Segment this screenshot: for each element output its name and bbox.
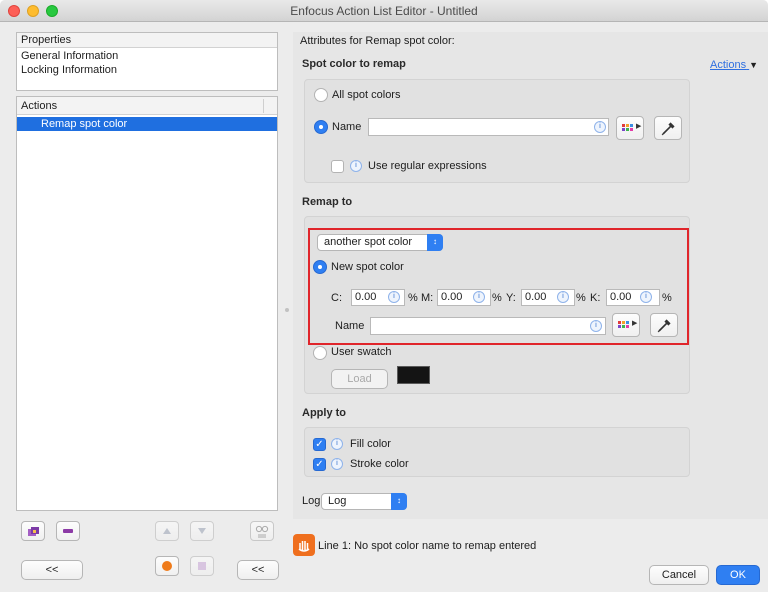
- updown-chevron-icon: ↕: [391, 493, 407, 510]
- arrow-up-icon: [163, 528, 171, 534]
- info-icon[interactable]: i: [594, 121, 606, 133]
- user-swatch-preview[interactable]: [397, 366, 430, 384]
- actions-menu-link[interactable]: Actions ▼: [710, 59, 758, 71]
- attributes-title: Attributes for Remap spot color:: [300, 35, 455, 47]
- record-button[interactable]: [155, 556, 179, 576]
- all-spot-colors-radio[interactable]: [314, 88, 328, 102]
- apply-section-label: Apply to: [302, 407, 346, 419]
- remove-icon: [63, 529, 73, 533]
- spot-section-label: Spot color to remap: [302, 58, 406, 70]
- collapse-left-button[interactable]: <<: [21, 560, 83, 580]
- record-icon: [162, 561, 172, 571]
- actions-item-remap-spot-color[interactable]: Remap spot color: [17, 117, 277, 131]
- split-view-handle[interactable]: [285, 308, 289, 312]
- all-spot-colors-label: All spot colors: [332, 89, 401, 101]
- column-divider: [263, 99, 264, 113]
- load-button[interactable]: Load: [331, 369, 388, 389]
- log-select[interactable]: Log ↕: [321, 493, 407, 510]
- highlight-box: [308, 228, 689, 345]
- add-action-icon: [27, 526, 39, 536]
- info-icon[interactable]: i: [331, 438, 343, 450]
- properties-panel: Properties General Information Locking I…: [16, 32, 278, 91]
- regex-label: Use regular expressions: [368, 160, 487, 172]
- title-bar: Enfocus Action List Editor - Untitled: [0, 0, 768, 22]
- user-swatch-label: User swatch: [331, 346, 392, 358]
- add-action-button[interactable]: [21, 521, 45, 541]
- chevron-down-icon: ▼: [749, 60, 759, 70]
- remap-section-label: Remap to: [302, 196, 353, 208]
- remove-action-button[interactable]: [56, 521, 80, 541]
- properties-header: Properties: [17, 33, 277, 48]
- preview-glasses-icon: [255, 525, 269, 538]
- caret-right-icon: ▶: [636, 123, 642, 130]
- arrow-down-icon: [198, 528, 206, 534]
- preview-button[interactable]: [250, 521, 274, 541]
- fill-color-checkbox[interactable]: ✓: [313, 438, 326, 451]
- name-radio[interactable]: [314, 120, 328, 134]
- user-swatch-radio[interactable]: [313, 346, 327, 360]
- collapse-right-button[interactable]: <<: [237, 560, 279, 580]
- ok-button[interactable]: OK: [716, 565, 760, 585]
- stroke-color-checkbox[interactable]: ✓: [313, 458, 326, 471]
- actions-link-label: Actions: [710, 59, 747, 71]
- log-select-value: Log: [328, 495, 347, 507]
- log-label: Log: [302, 495, 321, 507]
- properties-item-general[interactable]: General Information: [21, 50, 118, 62]
- stroke-color-label: Stroke color: [350, 458, 409, 470]
- regex-checkbox[interactable]: [331, 160, 344, 173]
- move-down-button[interactable]: [190, 521, 214, 541]
- fill-color-label: Fill color: [350, 438, 391, 450]
- actions-panel: Actions Remap spot color: [16, 96, 278, 511]
- swatch-picker-button[interactable]: ▶: [616, 116, 644, 140]
- actions-header-label: Actions: [21, 100, 58, 112]
- move-up-button[interactable]: [155, 521, 179, 541]
- actions-header: Actions: [17, 97, 277, 115]
- swatch-picker-icon: [622, 124, 634, 134]
- eyedropper-button[interactable]: [654, 116, 682, 140]
- info-icon[interactable]: i: [350, 160, 362, 172]
- editor-window: Enfocus Action List Editor - Untitled Pr…: [0, 0, 768, 592]
- stop-icon: [198, 562, 206, 570]
- name-label: Name: [332, 121, 362, 133]
- stop-button[interactable]: [190, 556, 214, 576]
- info-icon[interactable]: i: [331, 458, 343, 470]
- cancel-button[interactable]: Cancel: [649, 565, 709, 585]
- status-message: Line 1: No spot color name to remap ente…: [318, 540, 537, 552]
- eyedropper-icon: [661, 122, 675, 136]
- properties-item-locking[interactable]: Locking Information: [21, 64, 117, 76]
- window-title: Enfocus Action List Editor - Untitled: [290, 4, 478, 18]
- spot-name-input[interactable]: [368, 118, 609, 136]
- warning-hand-icon: [293, 534, 315, 556]
